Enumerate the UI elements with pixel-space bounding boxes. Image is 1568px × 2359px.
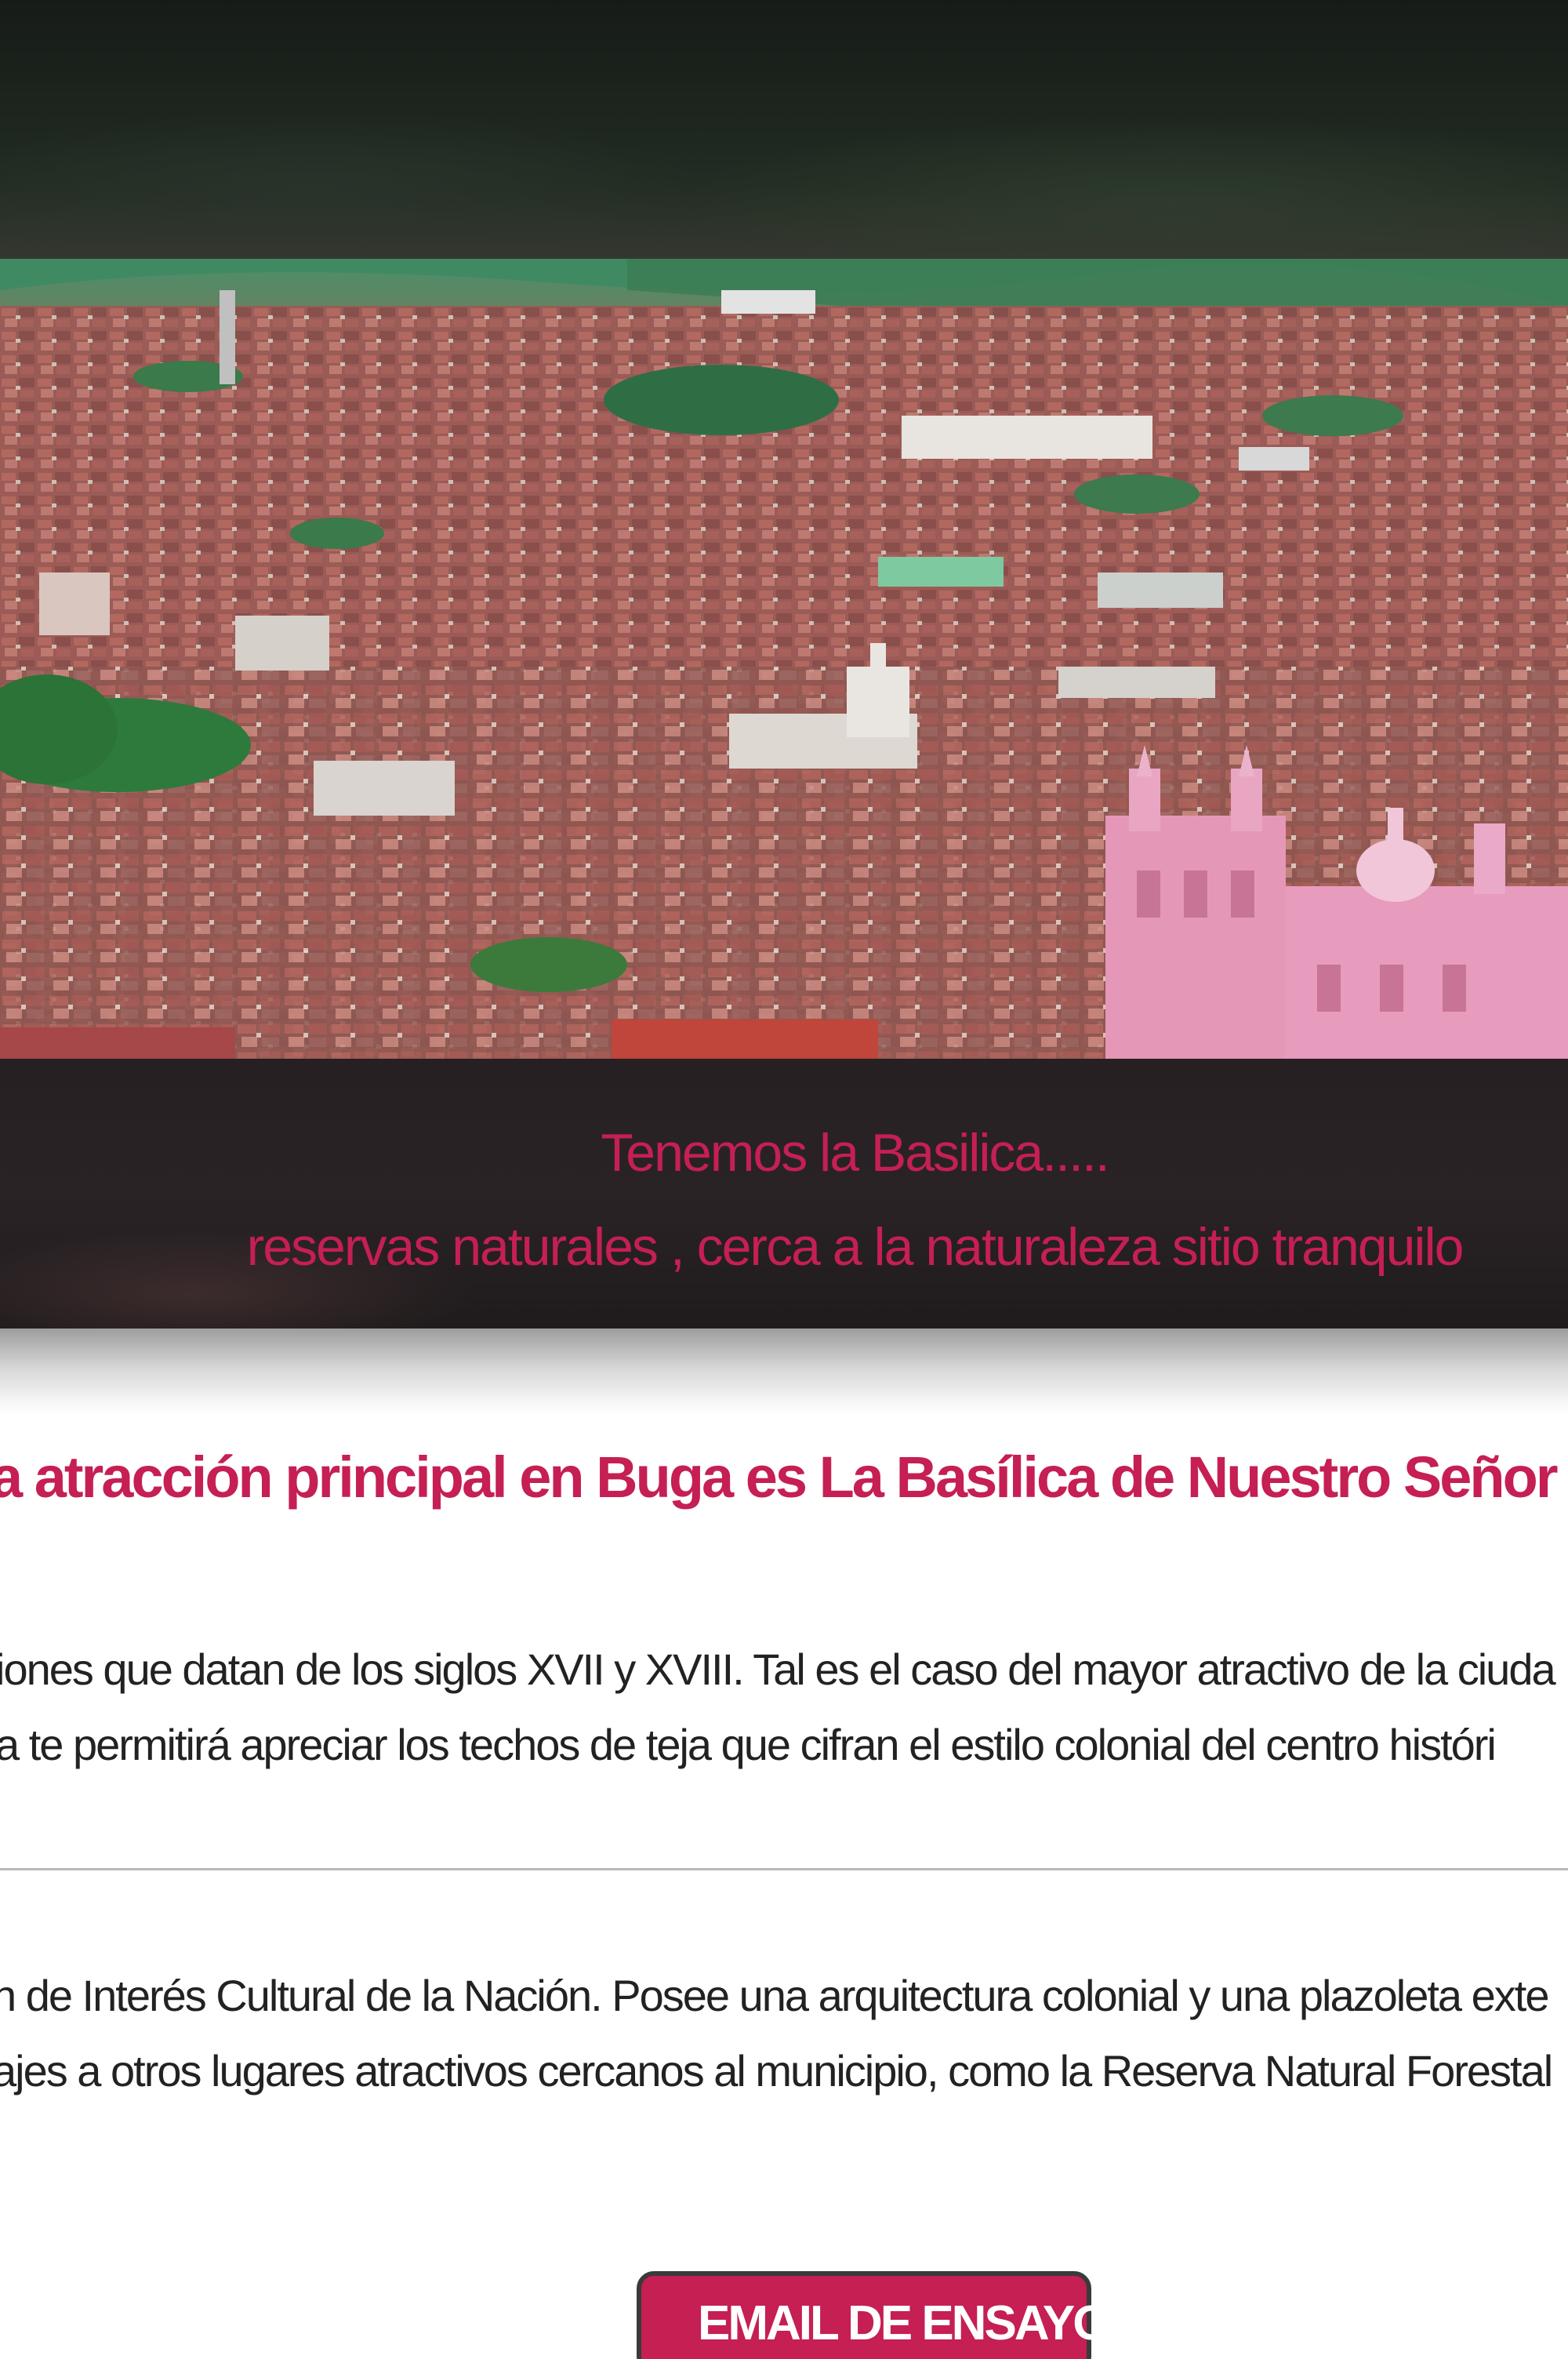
article-headline: a atracción principal en Buga es La Basí…: [0, 1445, 1568, 1510]
hero-caption-line1: Tenemos la Basilica.....: [601, 1123, 1109, 1183]
page: Tenemos la Basilica..... reservas natura…: [0, 0, 1568, 2359]
hero-caption-line2: reservas naturales , cerca a la naturale…: [246, 1217, 1465, 1277]
paragraph2-line1: n de Interés Cultural de la Nación. Pose…: [0, 1971, 1549, 2020]
hero-caption-band: [0, 1059, 1568, 1329]
article-section: a atracción principal en Buga es La Basí…: [0, 1415, 1568, 2359]
email-button[interactable]: EMAIL DE ENSAYO: [637, 2271, 1110, 2359]
email-button-label: EMAIL DE ENSAYO: [698, 2296, 1110, 2350]
paragraph1-line1: iones que datan de los siglos XVII y XVI…: [0, 1645, 1556, 1694]
paragraph2-line2: ajes a otros lugares atractivos cercanos…: [0, 2046, 1553, 2095]
paragraph1-line2: a te permitirá apreciar los techos de te…: [0, 1720, 1497, 1769]
hero-section: Tenemos la Basilica..... reservas natura…: [0, 0, 1568, 1329]
hero-city-photo: [0, 259, 1568, 1059]
city-panorama-image: [0, 259, 1568, 1059]
section-divider-shadow: [0, 1329, 1568, 1415]
hero-haze: [0, 188, 1568, 259]
horizontal-divider: [0, 1868, 1568, 1870]
